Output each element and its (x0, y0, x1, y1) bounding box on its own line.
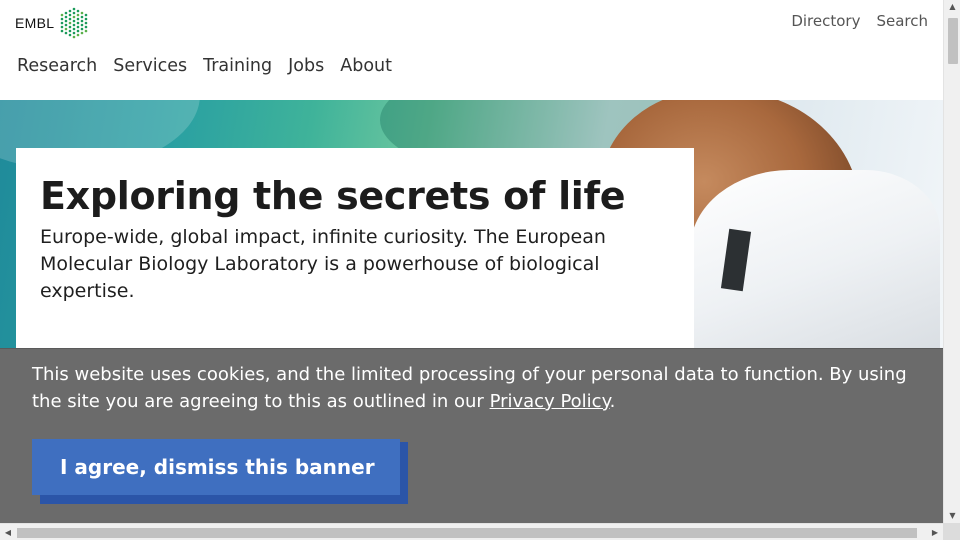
nav-link-about[interactable]: About (340, 56, 392, 76)
logo-dot (85, 29, 88, 33)
logo-dot (65, 19, 68, 23)
nav-link-search[interactable]: Search (876, 12, 928, 30)
logo-dot (81, 11, 84, 15)
logo-dot (85, 13, 88, 17)
logo-dot (69, 17, 72, 21)
hero-description: Europe-wide, global impact, infinite cur… (40, 226, 606, 302)
site-header: EMBL Directory Search Research Services … (0, 0, 943, 100)
vertical-scrollbar[interactable]: ▲ ▼ (943, 0, 960, 523)
logo-dot (85, 21, 88, 25)
hero-text-card: Exploring the secrets of life Europe-wid… (16, 148, 694, 348)
logo-dot (81, 15, 84, 19)
logo-dot (65, 11, 68, 15)
main-nav: Research Services Training Jobs About (17, 56, 392, 76)
nav-link-jobs[interactable]: Jobs (288, 56, 324, 76)
logo-dot (77, 21, 80, 25)
logo-dot (77, 33, 80, 37)
scroll-left-icon[interactable]: ◀ (0, 524, 16, 540)
logo-dot (73, 7, 76, 11)
scroll-down-icon[interactable]: ▼ (944, 509, 960, 523)
logo-dot (61, 29, 64, 33)
logo-dot (65, 31, 68, 35)
logo-dot (73, 35, 76, 39)
horizontal-scrollbar[interactable]: ◀ ▶ (0, 523, 943, 540)
cookie-message-text: This website uses cookies, and the limit… (32, 364, 907, 412)
logo-dot (73, 11, 76, 15)
logo-dot (81, 23, 84, 27)
logo-dot (69, 13, 72, 17)
logo-dot (81, 27, 84, 31)
logo-dot (61, 25, 64, 29)
nav-link-training[interactable]: Training (203, 56, 272, 76)
logo-dot (81, 19, 84, 23)
logo-dot (85, 17, 88, 21)
logo-dot (77, 9, 80, 13)
logo-dot (69, 25, 72, 29)
logo-dot (73, 27, 76, 31)
logo-dot (85, 25, 88, 29)
logo-dot (69, 33, 72, 37)
logo-dot (73, 19, 76, 23)
scrollbar-corner (943, 523, 960, 540)
logo-dot (69, 9, 72, 13)
logo-dot (65, 15, 68, 19)
nav-link-directory[interactable]: Directory (791, 12, 860, 30)
cookie-banner: This website uses cookies, and the limit… (0, 348, 943, 523)
logo-dot (73, 31, 76, 35)
embl-logo[interactable]: EMBL (15, 6, 89, 40)
horizontal-scroll-thumb[interactable] (17, 528, 917, 538)
logo-text: EMBL (15, 15, 55, 31)
nav-link-research[interactable]: Research (17, 56, 97, 76)
vertical-scroll-thumb[interactable] (948, 18, 958, 64)
embl-dots-logo-icon (61, 7, 88, 39)
logo-dot (69, 21, 72, 25)
utility-nav: Directory Search (791, 12, 928, 30)
logo-dot (61, 13, 64, 17)
nav-link-services[interactable]: Services (113, 56, 187, 76)
logo-dot (61, 17, 64, 21)
logo-dot (77, 17, 80, 21)
scroll-right-icon[interactable]: ▶ (927, 524, 943, 540)
logo-dot (65, 23, 68, 27)
logo-dot (77, 25, 80, 29)
logo-dot (61, 21, 64, 25)
logo-dot (81, 31, 84, 35)
logo-dot (69, 29, 72, 33)
logo-dot (73, 15, 76, 19)
logo-dot (77, 29, 80, 33)
logo-dot (73, 23, 76, 27)
dismiss-cookie-banner-button[interactable]: I agree, dismiss this banner (32, 439, 400, 495)
logo-dot (65, 27, 68, 31)
cookie-message: This website uses cookies, and the limit… (32, 361, 912, 415)
privacy-policy-link[interactable]: Privacy Policy (490, 391, 610, 412)
cookie-message-end: . (609, 391, 616, 412)
logo-dot (77, 13, 80, 17)
hero-banner: Exploring the secrets of life Europe-wid… (0, 100, 943, 348)
scroll-up-icon[interactable]: ▲ (944, 0, 960, 14)
hero-title: Exploring the secrets of life (40, 174, 626, 218)
